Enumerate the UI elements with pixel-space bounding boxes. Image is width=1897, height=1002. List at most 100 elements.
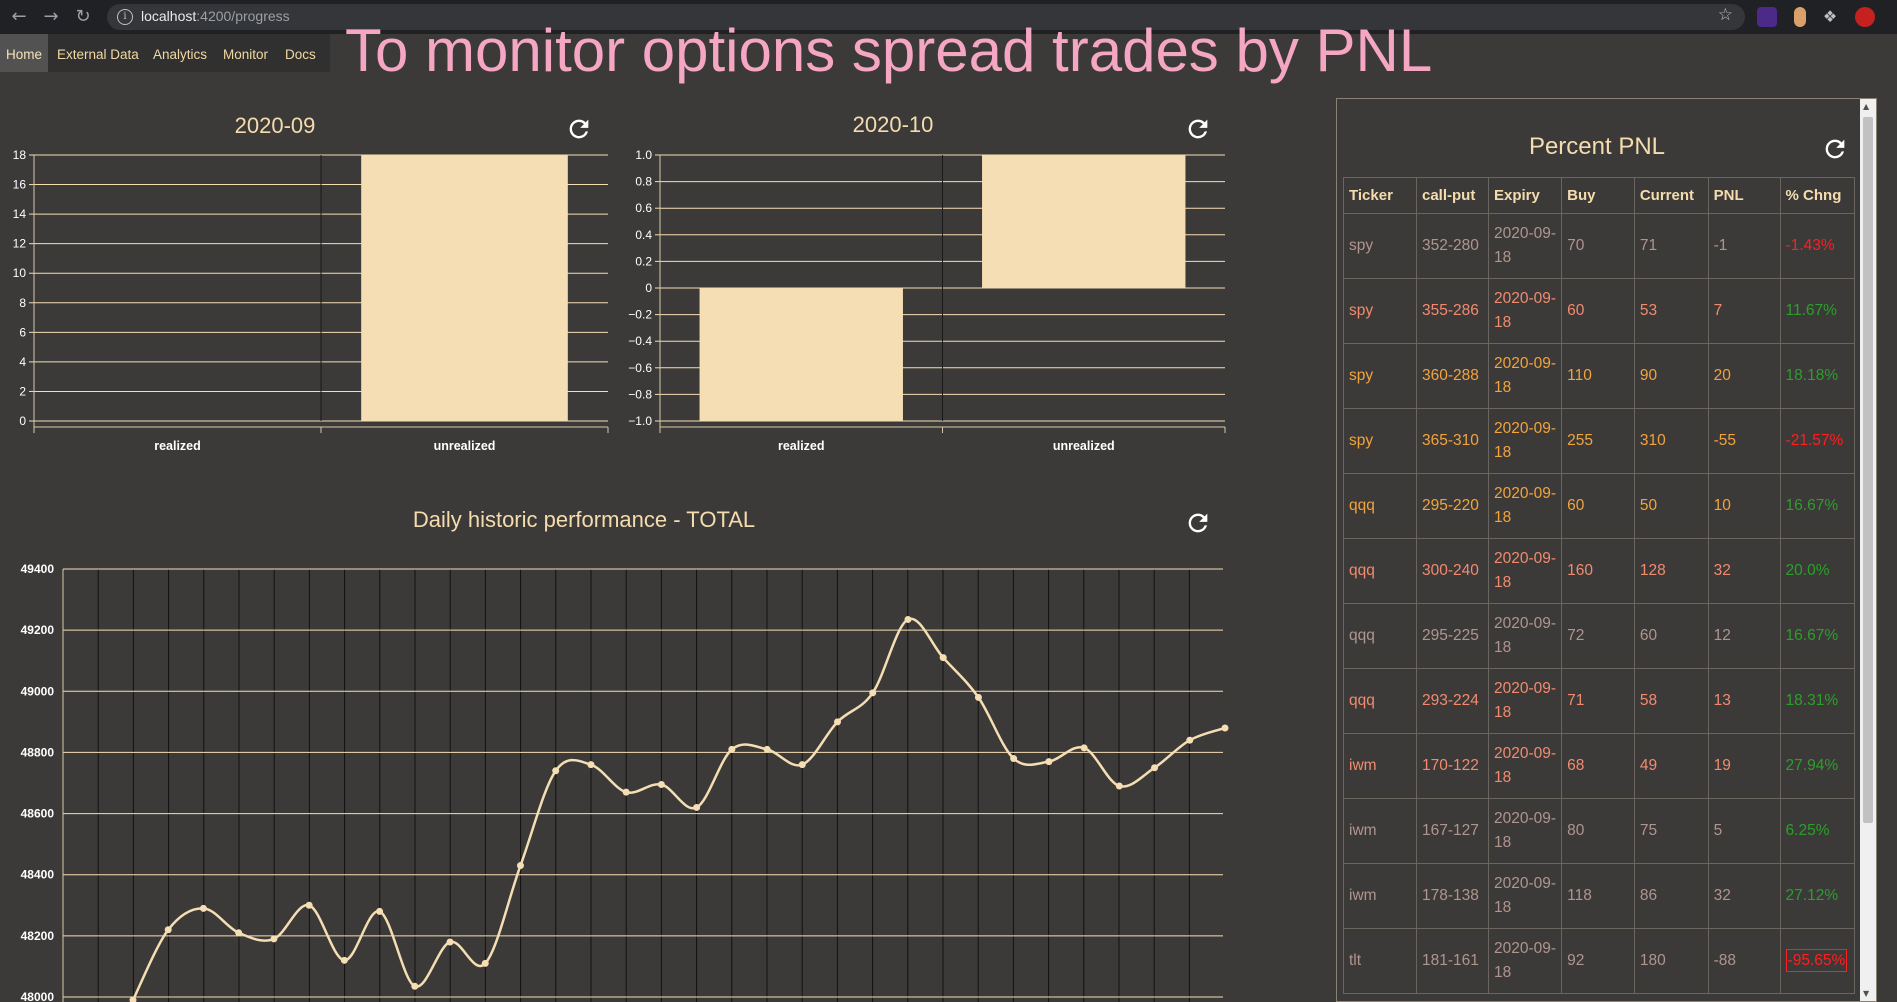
x-tick-label: realized [154, 439, 201, 453]
cell-current: 60 [1633, 603, 1709, 669]
cell-buy: 92 [1561, 928, 1635, 994]
cell-ticker: spy [1343, 278, 1417, 344]
data-point [376, 907, 384, 915]
table-row: spy 352-280 2020-09-18 70 71 -1 -1.43% [1343, 213, 1856, 279]
table-row: iwm 170-122 2020-09-18 68 49 19 27.94% [1343, 733, 1856, 799]
cell-call-put: 178-138 [1416, 863, 1489, 929]
cell-call-put: 167-127 [1416, 798, 1489, 864]
cell-percent-change: 16.67% [1779, 603, 1856, 669]
data-point [481, 959, 489, 967]
extensions-puzzle-icon[interactable]: ❖ [1820, 7, 1840, 27]
cell-pnl: 32 [1707, 538, 1781, 604]
refresh-icon[interactable] [1821, 135, 1849, 163]
scroll-up-icon[interactable]: ▲ [1863, 102, 1869, 111]
y-tick-label: 0 [645, 281, 652, 295]
cell-expiry: 2020-09-18 [1487, 538, 1563, 604]
cell-ticker: spy [1343, 213, 1417, 279]
data-point [1151, 764, 1159, 772]
x-tick-label: realized [778, 439, 825, 453]
y-tick-label: 10 [13, 266, 27, 280]
cell-ticker: qqq [1343, 603, 1417, 669]
data-point [904, 615, 912, 623]
y-tick-label: −0.6 [628, 361, 652, 375]
y-tick-label: 49200 [21, 623, 55, 637]
cell-current: 58 [1633, 668, 1709, 734]
y-tick-label: 6 [19, 325, 26, 339]
table-row: spy 365-310 2020-09-18 255 310 -55 -21.57% [1343, 408, 1856, 474]
charts-canvas: 0 2 4 6 8 10 12 14 16 18 realized unrealized −1.0 −0.… [13, 148, 1229, 1002]
cell-percent-change: 20.0% [1779, 538, 1856, 604]
cell-expiry: 2020-09-18 [1487, 603, 1563, 669]
pnl-table: Ticker call-put Expiry Buy Current PNL %… [1343, 177, 1856, 994]
cell-buy: 60 [1561, 278, 1635, 344]
highlight-box: -95.65% [1785, 948, 1848, 972]
cell-ticker: qqq [1343, 668, 1417, 734]
cell-current: 71 [1633, 213, 1709, 279]
column-header[interactable]: Buy [1561, 177, 1635, 214]
data-point [340, 956, 348, 964]
cell-current: 310 [1633, 408, 1709, 474]
data-point [552, 767, 560, 775]
cell-call-put: 360-288 [1416, 343, 1489, 409]
data-point [270, 935, 278, 943]
y-tick-label: 8 [19, 296, 26, 310]
profile-avatar[interactable] [1855, 7, 1875, 27]
cell-percent-change: 27.94% [1779, 733, 1856, 799]
y-tick-label: −1.0 [628, 414, 652, 428]
data-point [1186, 736, 1194, 744]
cell-expiry: 2020-09-18 [1487, 733, 1563, 799]
extension-icon[interactable] [1794, 7, 1806, 27]
y-tick-label: 0.6 [635, 201, 652, 215]
column-header[interactable]: call-put [1416, 177, 1489, 214]
cell-current: 75 [1633, 798, 1709, 864]
cell-call-put: 365-310 [1416, 408, 1489, 474]
column-header[interactable]: % Chng [1779, 177, 1856, 214]
cell-current: 128 [1633, 538, 1709, 604]
column-header[interactable]: Ticker [1343, 177, 1417, 214]
column-header[interactable]: Expiry [1487, 177, 1563, 214]
y-tick-label: 49400 [21, 562, 55, 576]
cell-call-put: 300-240 [1416, 538, 1489, 604]
cell-ticker: iwm [1343, 733, 1417, 799]
cell-expiry: 2020-09-18 [1487, 473, 1563, 539]
data-point [728, 745, 736, 753]
cell-pnl: -1 [1707, 213, 1781, 279]
y-tick-label: 2 [19, 384, 26, 398]
series-line-total [131, 617, 1226, 1001]
x-tick-label: unrealized [1053, 439, 1115, 453]
cell-call-put: 170-122 [1416, 733, 1489, 799]
cell-buy: 160 [1561, 538, 1635, 604]
cell-buy: 80 [1561, 798, 1635, 864]
table-row: qqq 295-225 2020-09-18 72 60 12 16.67% [1343, 603, 1856, 669]
data-point [939, 654, 947, 662]
scrollbar-thumb[interactable] [1863, 117, 1873, 823]
cell-buy: 70 [1561, 213, 1635, 279]
cell-current: 50 [1633, 473, 1709, 539]
y-tick-label: 49000 [21, 684, 55, 698]
cell-current: 180 [1633, 928, 1709, 994]
scrollbar[interactable]: ▲ ▼ [1860, 99, 1876, 1001]
extension-icon[interactable] [1757, 7, 1777, 27]
data-point [199, 904, 207, 912]
y-tick-label: 18 [13, 148, 27, 162]
cell-expiry: 2020-09-18 [1487, 798, 1563, 864]
cell-pnl: 19 [1707, 733, 1781, 799]
data-point [798, 761, 806, 769]
bar-realized [699, 288, 903, 421]
y-tick-label: 48200 [21, 929, 55, 943]
data-point [235, 929, 243, 937]
y-tick-label: 48000 [21, 990, 55, 1002]
data-point [974, 693, 982, 701]
y-tick-label: 48600 [21, 807, 55, 821]
bookmark-star-icon[interactable]: ☆ [1718, 5, 1733, 25]
cell-ticker: iwm [1343, 863, 1417, 929]
data-point [1045, 758, 1053, 766]
column-header[interactable]: PNL [1707, 177, 1781, 214]
column-header[interactable]: Current [1633, 177, 1709, 214]
cell-call-put: 293-224 [1416, 668, 1489, 734]
data-point [164, 926, 172, 934]
scroll-down-icon[interactable]: ▼ [1863, 989, 1869, 998]
cell-buy: 255 [1561, 408, 1635, 474]
cell-current: 86 [1633, 863, 1709, 929]
data-point [1080, 744, 1088, 752]
